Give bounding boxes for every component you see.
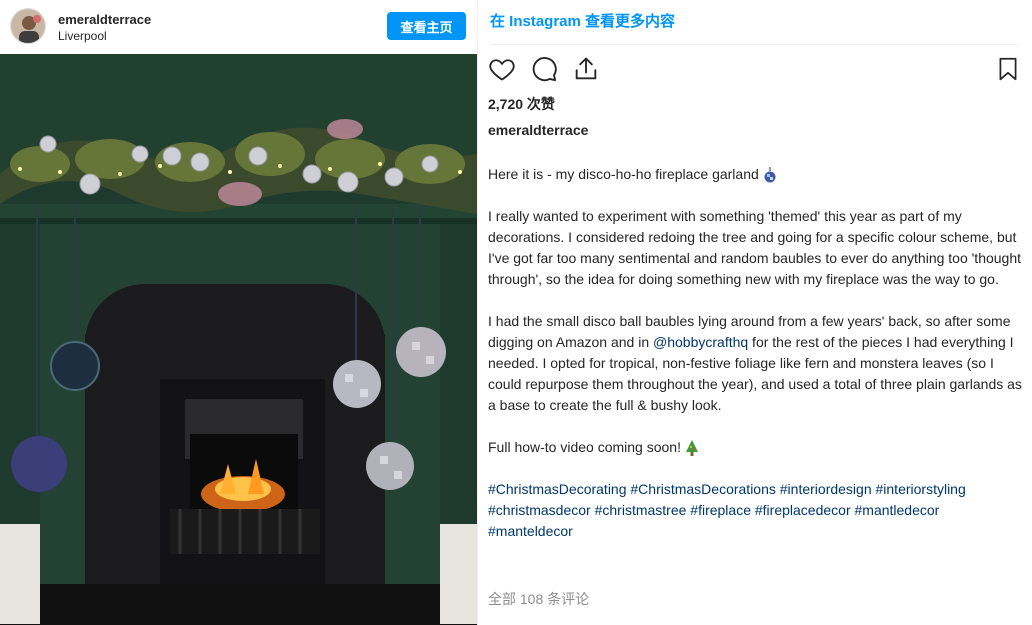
view-profile-button[interactable]: 查看主页 [387, 12, 466, 40]
comment-icon [532, 57, 557, 82]
post-location[interactable]: Liverpool [58, 29, 107, 43]
disco-ball-emoji [764, 167, 776, 183]
bookmark-icon [999, 57, 1017, 81]
view-all-comments-link[interactable]: 全部 108 条评论 [488, 589, 589, 609]
avatar[interactable] [10, 8, 46, 44]
caption-paragraph-3: I had the small disco ball baubles lying… [488, 311, 1023, 416]
post-username[interactable]: emeraldterrace [58, 12, 151, 27]
likes-count[interactable]: 2,720 次赞 [488, 94, 555, 114]
comment-button[interactable] [528, 52, 560, 86]
post-header: emeraldterrace Liverpool 查看主页 [0, 0, 477, 54]
fireplace-photo [0, 54, 477, 625]
post-details-column: 在 Instagram 查看更多内容 2,720 次赞 emeraldterra… [478, 0, 1032, 625]
share-icon [575, 57, 597, 80]
avatar-image [11, 9, 45, 43]
tree-emoji [685, 440, 698, 457]
like-button[interactable] [486, 52, 518, 86]
caption-line: Full how-to video coming soon! [488, 439, 681, 455]
caption-paragraph-1: Here it is - my disco-ho-ho fireplace ga… [488, 164, 1023, 185]
header-divider [490, 44, 1020, 45]
caption-paragraph-4: Full how-to video coming soon! [488, 437, 1023, 458]
caption-text: Here it is - my disco-ho-ho fireplace ga… [488, 164, 1023, 563]
post-media-column: emeraldterrace Liverpool 查看主页 [0, 0, 477, 625]
hashtag-list[interactable]: #ChristmasDecorating #ChristmasDecoratio… [488, 479, 1023, 542]
view-more-link[interactable]: 在 Instagram 查看更多内容 [490, 10, 675, 31]
share-button[interactable] [570, 52, 602, 86]
heart-icon [489, 59, 515, 81]
post-photo [0, 54, 477, 625]
caption-username[interactable]: emeraldterrace [488, 122, 588, 138]
mention-link[interactable]: @hobbycrafthq [653, 334, 748, 350]
save-button[interactable] [992, 52, 1024, 86]
caption-paragraph-2: I really wanted to experiment with somet… [488, 208, 1022, 287]
caption-line: Here it is - my disco-ho-ho fireplace ga… [488, 166, 759, 182]
